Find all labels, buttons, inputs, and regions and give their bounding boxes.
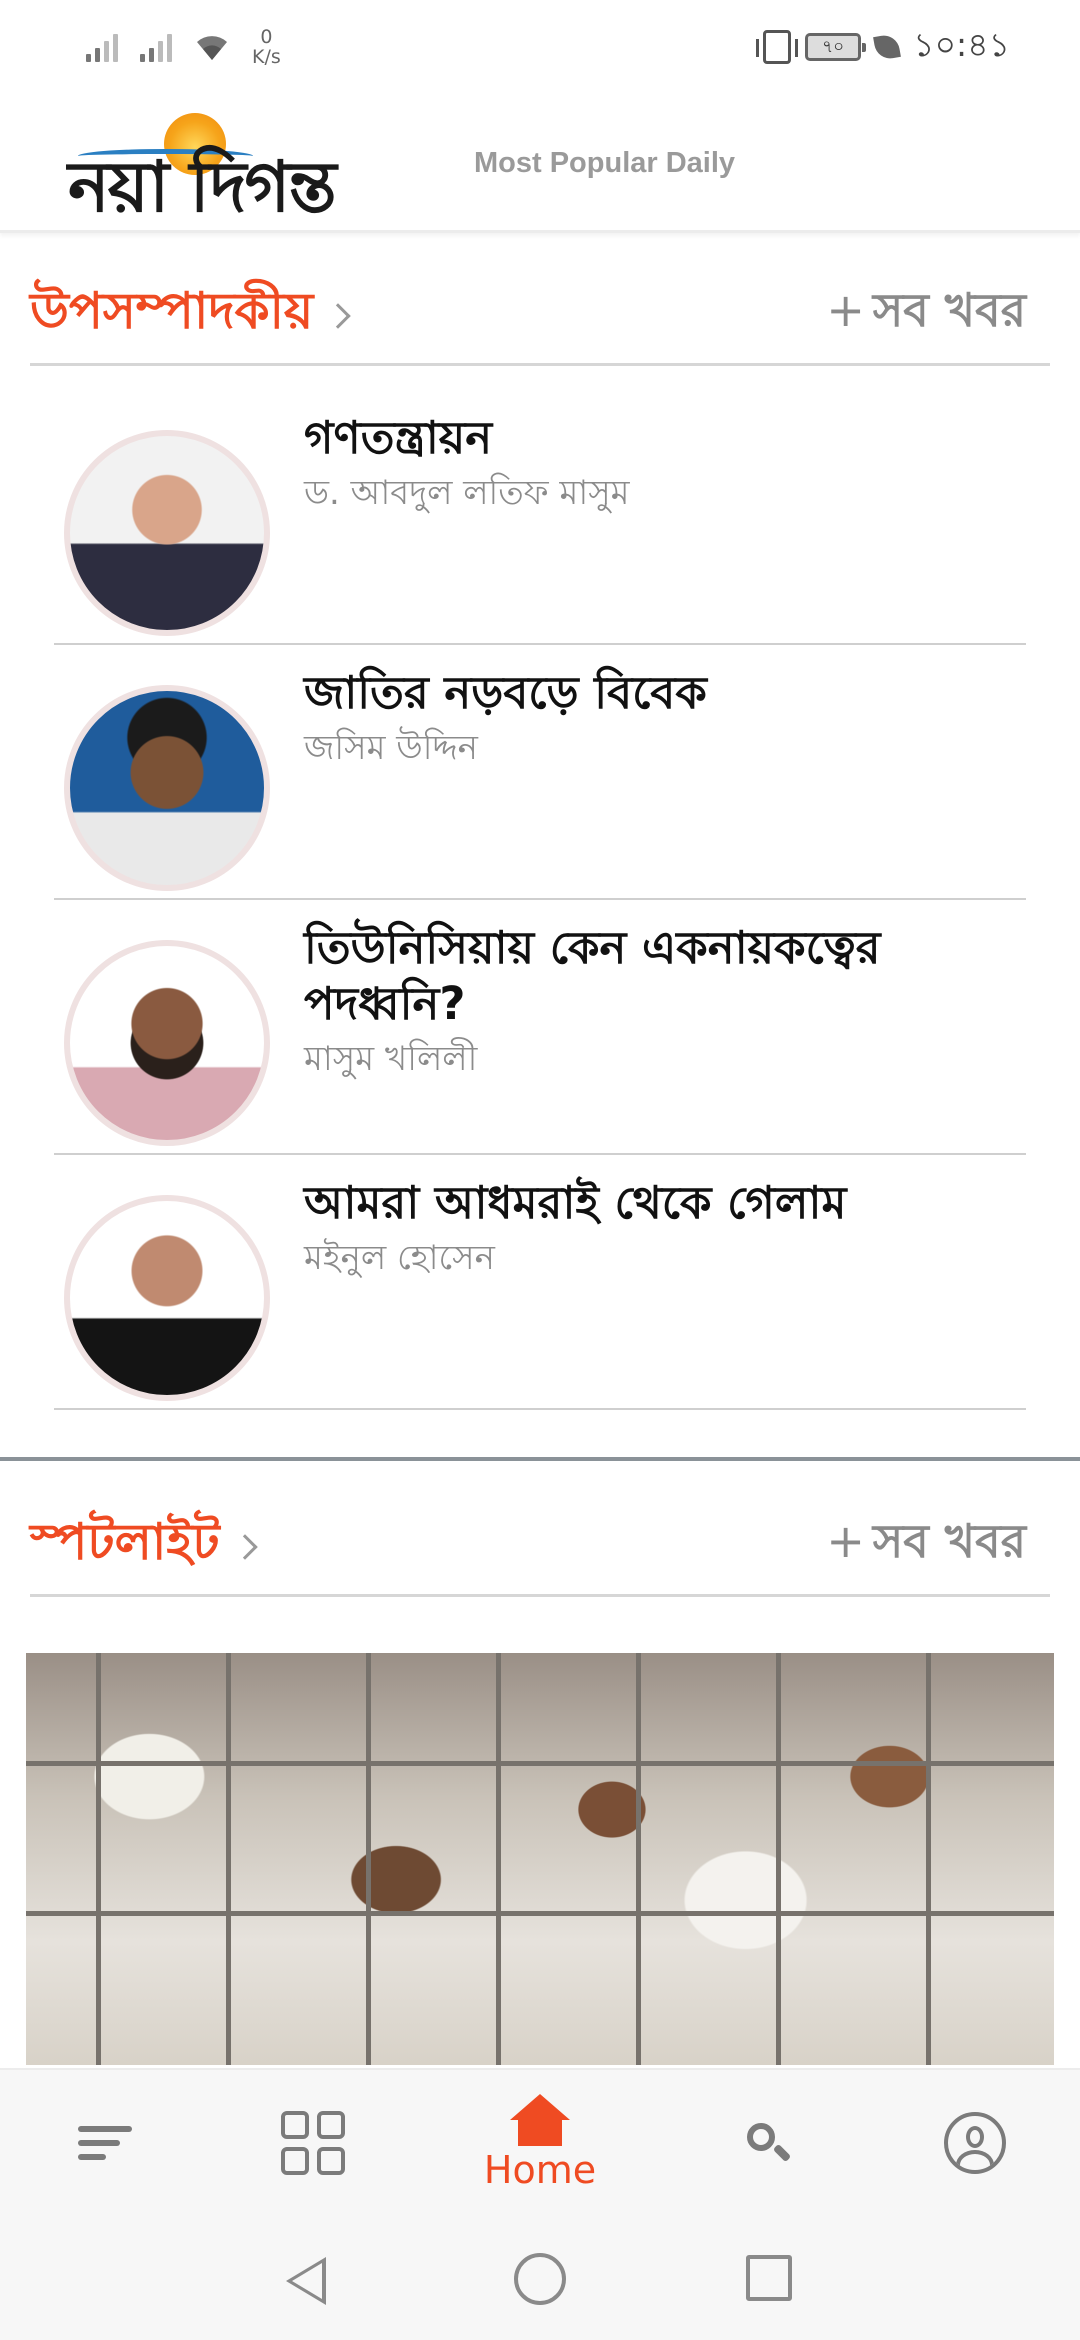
network-speed-value: 0 bbox=[260, 26, 273, 48]
search-icon bbox=[743, 2119, 792, 2167]
status-bar: 0 K/s ৭০ ১০:৪১ bbox=[0, 0, 1080, 95]
app-tagline: Most Popular Daily bbox=[474, 147, 736, 179]
menu-icon bbox=[78, 2125, 132, 2160]
see-all-label: সব খবর bbox=[872, 1514, 1026, 1568]
nav-home-label: Home bbox=[483, 2147, 597, 2192]
author-avatar bbox=[64, 430, 270, 636]
list-item[interactable]: তিউনিসিয়ায় কেন একনায়কত্বের পদধ্বনি? ম… bbox=[54, 900, 1026, 1155]
signal-icon-sim2 bbox=[140, 32, 172, 62]
author-avatar bbox=[64, 1195, 270, 1401]
editorial-list: গণতন্ত্রায়ন ড. আবদুল লতিফ মাসুম জাতির ন… bbox=[54, 390, 1026, 1410]
vibrate-icon bbox=[756, 30, 799, 64]
bottom-navigation: Home bbox=[0, 2068, 1080, 2213]
nav-categories-button[interactable] bbox=[268, 2070, 358, 2215]
fence-bar bbox=[926, 1653, 931, 2065]
spotlight-section-title-link[interactable]: স্পটলাইট bbox=[30, 1505, 258, 1588]
battery-level: ৭০ bbox=[822, 37, 845, 57]
article-title: আমরা আধমরাই থেকে গেলাম bbox=[304, 1176, 847, 1229]
chevron-right-icon bbox=[325, 302, 352, 329]
article-author: জসিম উদ্দিন bbox=[304, 728, 478, 768]
nav-search-button[interactable] bbox=[722, 2070, 812, 2215]
plus-icon: + bbox=[826, 1514, 865, 1568]
grid-icon bbox=[281, 2110, 345, 2175]
fence-bar bbox=[366, 1653, 371, 2065]
nav-home-button[interactable]: Home bbox=[470, 2070, 610, 2215]
fence-bar bbox=[496, 1653, 501, 2065]
back-icon[interactable] bbox=[286, 2257, 326, 2305]
fence-bar bbox=[96, 1653, 101, 2065]
app-header: নয়া দিগন্ত Most Popular Daily bbox=[0, 95, 1080, 233]
spotlight-section-title: স্পটলাইট bbox=[30, 1513, 220, 1571]
article-author: মাসুম খলিলী bbox=[304, 1039, 478, 1079]
spotlight-see-all-button[interactable]: + সব খবর bbox=[826, 1507, 1026, 1583]
nav-profile-button[interactable] bbox=[930, 2070, 1020, 2215]
editorial-see-all-button[interactable]: + সব খবর bbox=[826, 276, 1026, 352]
network-speed: 0 K/s bbox=[252, 27, 281, 67]
article-author: ড. আবদুল লতিফ মাসুম bbox=[304, 473, 630, 513]
editorial-section-title-link[interactable]: উপসম্পাদকীয় bbox=[30, 274, 352, 357]
nav-menu-button[interactable] bbox=[60, 2070, 150, 2215]
home-icon bbox=[510, 2093, 570, 2146]
chevron-right-icon bbox=[231, 1533, 258, 1560]
list-item[interactable]: আমরা আধমরাই থেকে গেলাম মইনুল হোসেন bbox=[54, 1155, 1026, 1410]
status-left: 0 K/s bbox=[86, 22, 281, 72]
status-time: ১০:৪১ bbox=[913, 25, 1010, 64]
network-speed-unit: K/s bbox=[252, 46, 281, 68]
app-logo[interactable]: নয়া দিগন্ত bbox=[68, 113, 430, 228]
logo-text: নয়া দিগন্ত bbox=[68, 145, 337, 228]
spotlight-article-image[interactable] bbox=[26, 1653, 1054, 2065]
status-right: ৭০ ১০:৪১ bbox=[756, 22, 1010, 72]
home-circle-icon[interactable] bbox=[514, 2253, 566, 2305]
author-avatar bbox=[64, 940, 270, 1146]
editorial-section-header: উপসম্পাদকীয় + সব খবর bbox=[30, 246, 1050, 366]
section-divider bbox=[0, 1457, 1080, 1461]
wifi-icon bbox=[194, 32, 230, 62]
article-title: জাতির নড়বড়ে বিবেক bbox=[304, 666, 707, 719]
battery-icon: ৭০ bbox=[805, 33, 867, 61]
article-title: গণতন্ত্রায়ন bbox=[304, 411, 493, 464]
article-author: মইনুল হোসেন bbox=[304, 1238, 495, 1278]
fence-bar bbox=[776, 1653, 781, 2065]
see-all-label: সব খবর bbox=[872, 283, 1026, 337]
power-saving-leaf-icon bbox=[873, 33, 902, 61]
plus-icon: + bbox=[826, 283, 865, 337]
author-avatar bbox=[64, 685, 270, 891]
list-item[interactable]: গণতন্ত্রায়ন ড. আবদুল লতিফ মাসুম bbox=[54, 390, 1026, 645]
list-item[interactable]: জাতির নড়বড়ে বিবেক জসিম উদ্দিন bbox=[54, 645, 1026, 900]
system-navigation-bar bbox=[0, 2213, 1080, 2340]
fence-bar bbox=[26, 1761, 1054, 1766]
signal-icon-sim1 bbox=[86, 32, 118, 62]
user-icon bbox=[944, 2111, 1006, 2174]
recent-apps-icon[interactable] bbox=[746, 2255, 792, 2301]
editorial-section-title: উপসম্পাদকীয় bbox=[30, 282, 314, 340]
fence-bar bbox=[26, 1911, 1054, 1916]
article-title: তিউনিসিয়ায় কেন একনায়কত্বের পদধ্বনি? bbox=[304, 921, 881, 1030]
fence-bar bbox=[636, 1653, 641, 2065]
fence-bar bbox=[226, 1653, 231, 2065]
spotlight-section-header: স্পটলাইট + সব খবর bbox=[30, 1477, 1050, 1597]
